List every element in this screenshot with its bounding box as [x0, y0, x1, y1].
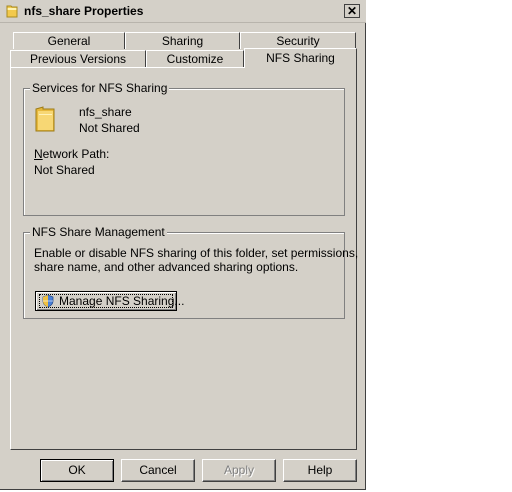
folder-icon: [6, 4, 18, 18]
network-path-label: Network Path:: [34, 147, 110, 161]
title-bar[interactable]: nfs_share Properties ✕: [0, 0, 366, 23]
nfs-sharing-panel: Services for NFS Sharing nfs_share Not S…: [10, 67, 358, 450]
tab-label: NFS Sharing: [266, 51, 335, 65]
group-legend: NFS Share Management: [30, 225, 167, 239]
ok-label: OK: [68, 463, 86, 477]
tab-general[interactable]: General: [13, 32, 125, 49]
management-description-line2: share name, and other advanced sharing o…: [34, 260, 299, 274]
tab-customize[interactable]: Customize: [146, 50, 244, 67]
management-groupbox: NFS Share Management Enable or disable N…: [23, 225, 358, 319]
services-groupbox: Services for NFS Sharing nfs_share Not S…: [23, 81, 345, 216]
tab-previous-versions[interactable]: Previous Versions: [10, 50, 146, 67]
manage-nfs-sharing-button[interactable]: Manage NFS Sharing...: [35, 291, 184, 311]
tab-label: Previous Versions: [29, 52, 127, 66]
help-label: Help: [307, 463, 333, 477]
share-status: Not Shared: [79, 121, 140, 135]
tab-sharing[interactable]: Sharing: [125, 32, 240, 49]
group-legend: Services for NFS Sharing: [30, 81, 170, 95]
manage-nfs-sharing-label: Manage NFS Sharing...: [59, 294, 185, 308]
tab-label: Security: [276, 34, 320, 48]
help-button[interactable]: Help: [283, 459, 357, 482]
properties-dialog: nfs_share Properties ✕ General Sharing S…: [0, 0, 366, 490]
tab-security[interactable]: Security: [240, 32, 356, 49]
tab-nfs-sharing[interactable]: NFS Sharing: [244, 48, 357, 68]
management-description-line1: Enable or disable NFS sharing of this fo…: [34, 246, 359, 260]
shield-icon: [41, 294, 55, 308]
network-path-value: Not Shared: [34, 163, 95, 177]
folder-icon: [34, 105, 56, 133]
close-button[interactable]: ✕: [344, 4, 360, 18]
window-title: nfs_share Properties: [24, 4, 144, 18]
tab-label: General: [47, 34, 91, 48]
ok-button[interactable]: OK: [40, 459, 114, 482]
apply-button[interactable]: Apply: [202, 459, 276, 482]
apply-label: Apply: [223, 463, 255, 477]
close-icon: ✕: [346, 4, 358, 18]
cancel-label: Cancel: [139, 463, 177, 477]
share-name: nfs_share: [79, 105, 132, 119]
tab-label: Customize: [166, 52, 224, 66]
cancel-button[interactable]: Cancel: [121, 459, 195, 482]
tab-label: Sharing: [161, 34, 204, 48]
